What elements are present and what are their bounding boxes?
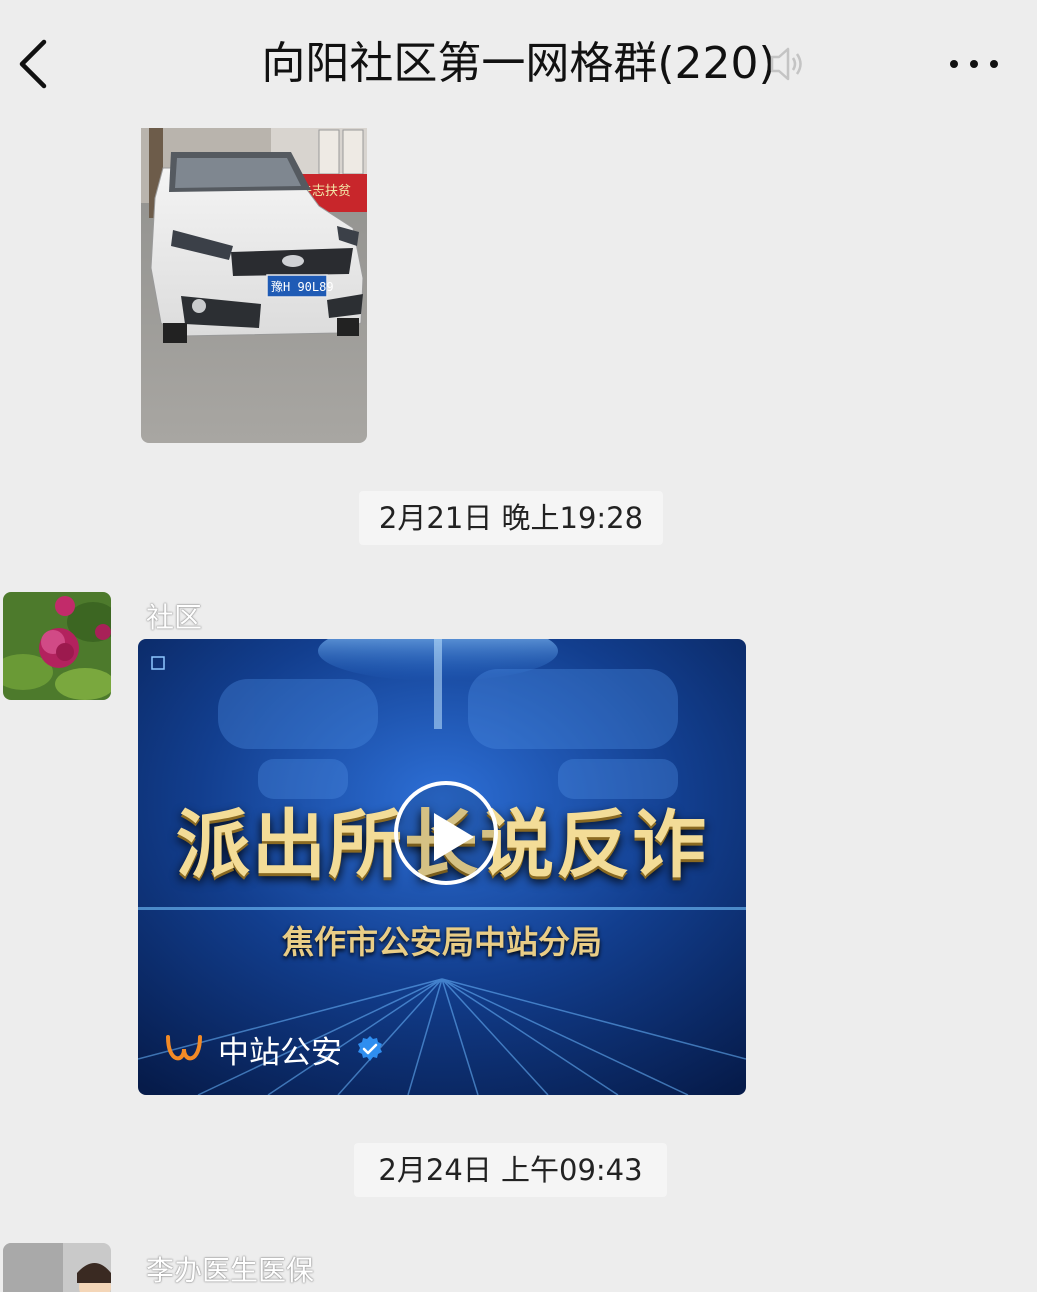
channel-row: 中站公安 bbox=[164, 1027, 384, 1071]
video-subtitle-art: 焦作市公安局中站分局 bbox=[281, 923, 602, 961]
mute-icon bbox=[770, 47, 802, 81]
channel-name: 中站公安 bbox=[218, 1034, 342, 1071]
mute-indicator bbox=[768, 44, 806, 84]
verified-badge-icon bbox=[358, 1036, 382, 1061]
play-button[interactable] bbox=[394, 781, 498, 885]
back-button[interactable] bbox=[12, 36, 56, 92]
video-message-card[interactable]: 派出所长说反诈 焦作市公安局中站分局 中站公安 bbox=[138, 639, 746, 1095]
channels-logo-icon bbox=[166, 1035, 202, 1061]
car-photo-message[interactable]: 失志扶贫 豫H 90L89 bbox=[141, 128, 367, 443]
chevron-left-icon bbox=[19, 39, 47, 89]
time-stamp: 2月24日 上午09:43 bbox=[354, 1143, 667, 1197]
license-plate: 豫H 90L89 bbox=[271, 280, 334, 294]
avatar[interactable] bbox=[3, 1243, 111, 1292]
peony-avatar-image bbox=[3, 592, 111, 700]
time-stamp: 2月21日 晚上19:28 bbox=[359, 491, 663, 545]
cartoon-avatar-image bbox=[3, 1243, 111, 1292]
avatar[interactable] bbox=[3, 592, 111, 700]
more-dots-icon bbox=[950, 60, 998, 68]
more-button[interactable] bbox=[944, 42, 1004, 86]
car-photo: 失志扶贫 豫H 90L89 bbox=[141, 128, 367, 443]
sender-name: 李办医生医保 bbox=[146, 1254, 315, 1287]
play-icon bbox=[434, 813, 474, 861]
sender-name: 社区 bbox=[146, 601, 203, 634]
chat-header: 向阳社区第一网格群(220) bbox=[0, 0, 1037, 128]
